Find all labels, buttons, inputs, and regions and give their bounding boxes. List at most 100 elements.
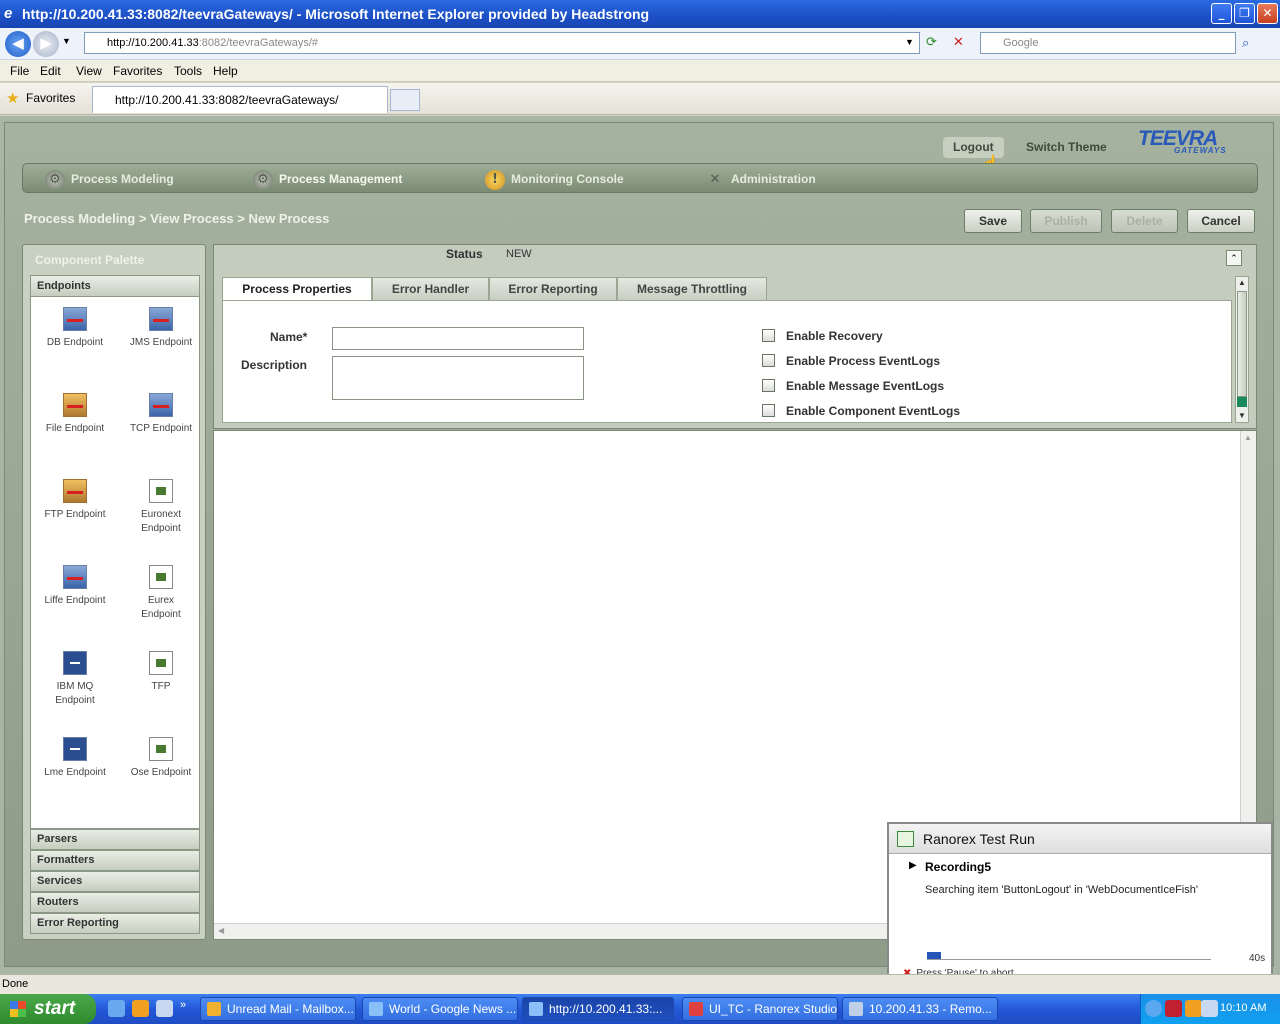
ranorex-test-run-dialog: Ranorex Test Run ▶ Recording5 Searching … bbox=[887, 822, 1273, 988]
window-title: http://10.200.41.33:8082/teevraGateways/… bbox=[22, 6, 650, 22]
endpoint-label: FTP Endpoint bbox=[44, 509, 106, 520]
enable-process-eventlogs-checkbox[interactable] bbox=[762, 354, 775, 367]
new-tab-button[interactable] bbox=[390, 89, 420, 111]
minimize-button[interactable]: _ bbox=[1211, 3, 1232, 24]
app-quicklaunch-icon[interactable] bbox=[156, 1000, 173, 1017]
tray-back-icon[interactable] bbox=[1145, 1000, 1162, 1017]
nav-process-management[interactable]: ⚙ Process Management bbox=[253, 170, 402, 190]
endpoints-header[interactable]: Endpoints bbox=[30, 275, 200, 297]
endpoint-label: IBM MQ Endpoint bbox=[55, 681, 95, 706]
search-icon[interactable]: ⌕ bbox=[1242, 35, 1249, 51]
endpoint-label: Liffe Endpoint bbox=[44, 595, 106, 606]
browser-tab[interactable]: http://10.200.41.33:8082/teevraGateways/ bbox=[92, 86, 388, 113]
tab-error-reporting[interactable]: Error Reporting bbox=[489, 277, 617, 301]
enable-component-eventlogs-checkbox[interactable] bbox=[762, 404, 775, 417]
liffe-endpoint-item[interactable]: Liffe Endpoint bbox=[31, 559, 119, 608]
task-ranorex-studio[interactable]: UI_TC - Ranorex Studio bbox=[682, 997, 838, 1021]
endpoint-label: File Endpoint bbox=[45, 423, 105, 434]
scroll-up-arrow-icon[interactable]: ▲ bbox=[1244, 433, 1252, 442]
ie-logo-icon: e bbox=[4, 5, 13, 22]
enable-recovery-checkbox[interactable] bbox=[762, 329, 775, 342]
tfp-item[interactable]: TFP bbox=[117, 645, 205, 694]
category-error-reporting[interactable]: Error Reporting bbox=[30, 913, 200, 934]
category-formatters[interactable]: Formatters bbox=[30, 850, 200, 871]
play-icon: ▶ bbox=[909, 860, 917, 871]
menu-favorites[interactable]: Favorites bbox=[113, 64, 162, 78]
logo-subtext: GATEWAYS bbox=[1174, 146, 1227, 155]
address-dropdown-icon[interactable]: ▼ bbox=[905, 37, 914, 47]
endpoint-label: TCP Endpoint bbox=[129, 423, 193, 434]
menu-tools[interactable]: Tools bbox=[174, 64, 202, 78]
endpoint-label: Ose Endpoint bbox=[130, 767, 192, 778]
scroll-down-arrow-icon[interactable]: ▼ bbox=[1236, 410, 1248, 422]
task-google-news[interactable]: World - Google News ... bbox=[362, 997, 518, 1021]
description-input[interactable] bbox=[332, 356, 584, 400]
tcp-endpoint-item[interactable]: TCP Endpoint bbox=[117, 387, 205, 436]
tab-error-handler[interactable]: Error Handler bbox=[372, 277, 489, 301]
language-flag-icon[interactable] bbox=[1165, 1000, 1182, 1017]
task-teevra-browser[interactable]: http://10.200.41.33:... bbox=[522, 997, 674, 1021]
more-quicklaunch-icon[interactable]: » bbox=[180, 999, 186, 1011]
network-icon[interactable] bbox=[1201, 1000, 1218, 1017]
ose-endpoint-item[interactable]: Ose Endpoint bbox=[117, 731, 205, 780]
switch-theme-link[interactable]: Switch Theme bbox=[1016, 137, 1117, 158]
lme-endpoint-icon bbox=[63, 737, 87, 761]
tray-outlook-icon[interactable] bbox=[1185, 1000, 1202, 1017]
task-remote-desktop[interactable]: 10.200.41.33 - Remo... bbox=[842, 997, 998, 1021]
jms-endpoint-item[interactable]: JMS Endpoint bbox=[117, 301, 205, 350]
ie-quicklaunch-icon[interactable] bbox=[108, 1000, 125, 1017]
nav-monitoring-console[interactable]: ! Monitoring Console bbox=[485, 170, 624, 190]
tab-message-throttling[interactable]: Message Throttling bbox=[617, 277, 767, 301]
enable-message-eventlogs-checkbox[interactable] bbox=[762, 379, 775, 392]
eurex-endpoint-item[interactable]: Eurex Endpoint bbox=[117, 559, 205, 622]
category-parsers[interactable]: Parsers bbox=[30, 829, 200, 850]
menu-view[interactable]: View bbox=[76, 64, 102, 78]
scrollbar-thumb[interactable] bbox=[1237, 291, 1247, 397]
file-endpoint-item[interactable]: File Endpoint bbox=[31, 387, 119, 436]
menu-help[interactable]: Help bbox=[213, 64, 238, 78]
search-input[interactable]: Google bbox=[980, 32, 1236, 54]
forward-button[interactable]: ▶ bbox=[33, 31, 59, 57]
task-label: http://10.200.41.33:... bbox=[549, 1002, 663, 1016]
lme-endpoint-item[interactable]: Lme Endpoint bbox=[31, 731, 119, 780]
name-input[interactable] bbox=[332, 327, 584, 350]
db-endpoint-item[interactable]: DB Endpoint bbox=[31, 301, 119, 350]
main-nav-bar: ⚙ Process Modeling ⚙ Process Management ! M… bbox=[22, 163, 1258, 193]
tab-process-properties[interactable]: Process Properties bbox=[222, 277, 372, 302]
nav-process-modeling[interactable]: ⚙ Process Modeling bbox=[45, 170, 174, 190]
ibm-mq-endpoint-icon bbox=[63, 651, 87, 675]
maximize-button[interactable]: ❐ bbox=[1234, 3, 1255, 24]
teevra-logo: TEEVRA GATEWAYS bbox=[1138, 128, 1232, 156]
clock: 10:10 AM bbox=[1220, 1002, 1267, 1014]
collapse-panel-button[interactable]: ⌃ bbox=[1226, 250, 1242, 266]
cancel-button[interactable]: Cancel bbox=[1187, 209, 1255, 233]
task-mail[interactable]: Unread Mail - Mailbox... bbox=[200, 997, 356, 1021]
browser-status-bar: Done bbox=[0, 974, 1280, 994]
publish-button[interactable]: Publish bbox=[1030, 209, 1102, 233]
task-label: UI_TC - Ranorex Studio bbox=[709, 1002, 838, 1016]
scroll-up-arrow-icon[interactable]: ▲ bbox=[1236, 277, 1248, 289]
euronext-endpoint-item[interactable]: Euronext Endpoint bbox=[117, 473, 205, 536]
stop-icon[interactable]: ✕ bbox=[953, 34, 964, 50]
favorites-button[interactable]: Favorites bbox=[26, 91, 75, 105]
back-button[interactable]: ◀ bbox=[5, 31, 31, 57]
ftp-endpoint-item[interactable]: FTP Endpoint bbox=[31, 473, 119, 522]
nav-administration[interactable]: ✕ Administration bbox=[705, 170, 816, 190]
delete-button[interactable]: Delete bbox=[1111, 209, 1178, 233]
save-button[interactable]: Save bbox=[964, 209, 1022, 233]
refresh-icon[interactable]: ⟳ bbox=[926, 34, 937, 50]
nav-label: Administration bbox=[731, 172, 816, 187]
start-button[interactable]: start bbox=[0, 994, 96, 1024]
scroll-left-arrow-icon[interactable]: ◀ bbox=[218, 926, 224, 935]
category-routers[interactable]: Routers bbox=[30, 892, 200, 913]
properties-scrollbar[interactable]: ▲ ▼ bbox=[1235, 276, 1249, 423]
tcp-endpoint-icon bbox=[149, 393, 173, 417]
menu-edit[interactable]: Edit bbox=[40, 64, 61, 78]
ibm-mq-endpoint-item[interactable]: IBM MQ Endpoint bbox=[31, 645, 119, 708]
outlook-quicklaunch-icon[interactable] bbox=[132, 1000, 149, 1017]
address-input[interactable]: http://10.200.41.33:8082/teevraGateways/… bbox=[84, 32, 920, 54]
category-services[interactable]: Services bbox=[30, 871, 200, 892]
menu-file[interactable]: File bbox=[10, 64, 29, 78]
close-button[interactable]: ✕ bbox=[1257, 3, 1278, 24]
history-dropdown-icon[interactable]: ▼ bbox=[62, 36, 71, 46]
